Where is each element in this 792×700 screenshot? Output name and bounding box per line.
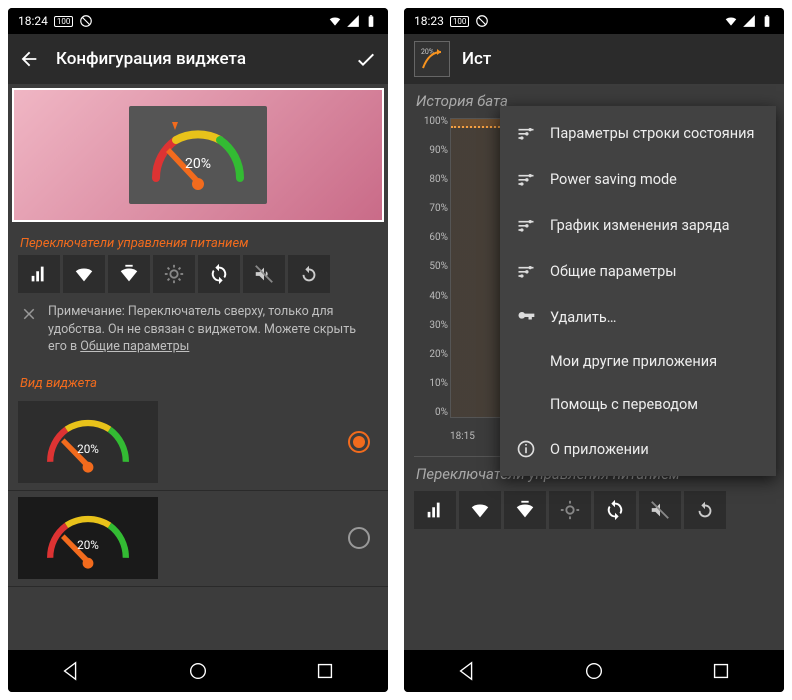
signal-icon [742, 14, 756, 28]
app-bar: 20% Ист [404, 34, 784, 84]
app-icon[interactable]: 20% [414, 41, 450, 77]
general-settings-link[interactable]: Общие параметры [80, 339, 189, 354]
nav-bar [404, 650, 784, 692]
sync-toggle[interactable] [198, 255, 240, 293]
app-bar: Конфигурация виджета [8, 34, 388, 84]
nav-recent-icon[interactable] [314, 660, 336, 682]
wifi-icon [724, 14, 738, 28]
status-battery-box: 100 [54, 16, 74, 27]
sync-toggle[interactable] [594, 491, 636, 529]
menu-delete[interactable]: Удалить… [500, 294, 776, 340]
nav-home-icon[interactable] [583, 660, 605, 682]
confirm-icon[interactable] [354, 47, 378, 71]
menu-chart-change[interactable]: График изменения заряда [500, 202, 776, 248]
appbar-title: Ист [462, 49, 491, 69]
rotate-toggle[interactable] [684, 491, 726, 529]
key-icon [516, 307, 536, 327]
radio-style-2[interactable] [348, 527, 370, 549]
brightness-toggle[interactable] [153, 255, 195, 293]
section-style-title: Вид виджета [8, 366, 388, 395]
gauge-preview: 20% [129, 106, 267, 204]
widget-preview: 20% [12, 88, 384, 222]
menu-translation[interactable]: Помощь с переводом [500, 383, 776, 426]
menu-general[interactable]: Общие параметры [500, 248, 776, 294]
close-icon[interactable] [20, 305, 38, 323]
radio-style-1[interactable] [348, 431, 370, 453]
status-bar: 18:23 100 [404, 8, 784, 34]
do-not-disturb-icon [79, 14, 93, 28]
status-battery-box: 100 [450, 16, 470, 27]
hotspot-toggle[interactable] [108, 255, 150, 293]
signal-toggle[interactable] [414, 491, 456, 529]
battery-icon [760, 14, 774, 28]
menu-power-saving[interactable]: Power saving mode [500, 156, 776, 202]
style-thumb-2: 20% [18, 497, 158, 579]
sound-toggle[interactable] [639, 491, 681, 529]
wifi-toggle[interactable] [459, 491, 501, 529]
signal-icon [346, 14, 360, 28]
signal-toggle[interactable] [18, 255, 60, 293]
nav-home-icon[interactable] [187, 660, 209, 682]
back-icon[interactable] [18, 48, 40, 70]
status-bar: 18:24 100 [8, 8, 388, 34]
svg-text:20%: 20% [77, 442, 99, 456]
appbar-title: Конфигурация виджета [56, 49, 338, 69]
menu-about[interactable]: О приложении [500, 426, 776, 472]
wifi-toggle[interactable] [63, 255, 105, 293]
nav-recent-icon[interactable] [710, 660, 732, 682]
svg-text:20%: 20% [77, 538, 99, 552]
power-toolbar [8, 255, 388, 293]
power-toolbar [404, 485, 784, 535]
status-time: 18:24 [18, 14, 48, 28]
nav-back-icon[interactable] [456, 660, 478, 682]
note-box: Примечание: Переключатель сверху, только… [8, 293, 388, 366]
overflow-menu: Параметры строки состояния Power saving … [500, 106, 776, 476]
y-axis-labels: 100%90%80%70%60%50%40%30%20%10%0% [414, 116, 448, 418]
do-not-disturb-icon [475, 14, 489, 28]
nav-back-icon[interactable] [60, 660, 82, 682]
phone-right: 18:23 100 20% Ист История бата 100%90%80… [404, 8, 784, 692]
sound-toggle[interactable] [243, 255, 285, 293]
info-icon [516, 439, 536, 459]
brightness-toggle[interactable] [549, 491, 591, 529]
style-option-2[interactable]: 20% [8, 491, 388, 587]
section-power-title: Переключатели управления питанием [8, 226, 388, 255]
wifi-icon [328, 14, 342, 28]
note-text: Примечание: Переключатель сверху, только… [48, 303, 376, 356]
style-thumb-1: 20% [18, 401, 158, 483]
gauge-percent-label: 20% [185, 156, 211, 172]
menu-status-params[interactable]: Параметры строки состояния [500, 110, 776, 156]
battery-icon [364, 14, 378, 28]
hotspot-toggle[interactable] [504, 491, 546, 529]
phone-left: 18:24 100 Конфигурация виджета [8, 8, 388, 692]
menu-other-apps[interactable]: Мои другие приложения [500, 340, 776, 383]
rotate-toggle[interactable] [288, 255, 330, 293]
style-option-1[interactable]: 20% [8, 395, 388, 491]
status-time: 18:23 [414, 14, 444, 28]
nav-bar [8, 650, 388, 692]
